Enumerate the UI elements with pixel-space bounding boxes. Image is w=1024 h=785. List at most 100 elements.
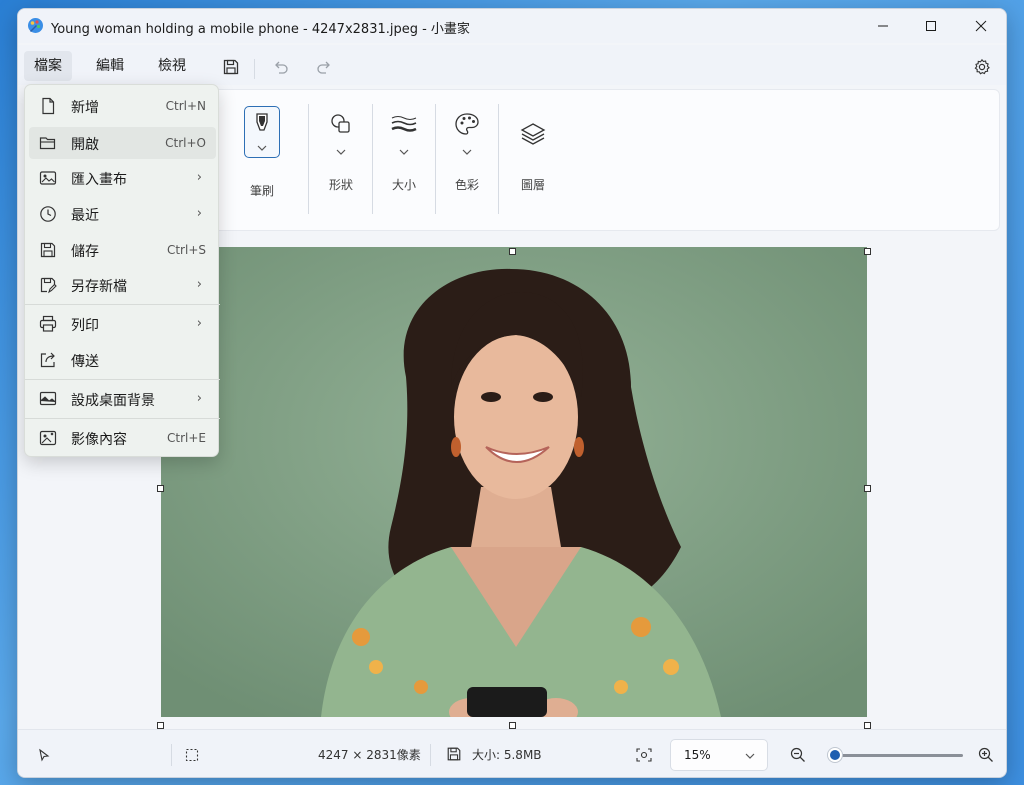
color-label: 色彩 — [454, 178, 479, 192]
undo-button[interactable] — [267, 53, 295, 81]
menu-item-label: 設成桌面背景 — [71, 393, 155, 409]
close-button[interactable] — [958, 9, 1004, 43]
stroke-size-icon — [391, 116, 417, 132]
menu-item-new[interactable]: 新增 Ctrl+N — [29, 90, 216, 122]
chevron-right-icon: › — [196, 170, 202, 185]
menu-item-label: 匯入畫布 — [71, 172, 127, 188]
chevron-down-icon — [399, 149, 409, 155]
color-tool[interactable]: 色彩 — [437, 106, 497, 193]
layers-tool[interactable]: 圖層 — [503, 106, 563, 193]
size-tool[interactable]: 大小 — [374, 106, 434, 193]
menu-item-save[interactable]: 儲存 Ctrl+S — [29, 234, 216, 266]
maximize-button[interactable] — [908, 9, 954, 43]
selection-size-button[interactable] — [178, 741, 206, 769]
resize-handle-bottom[interactable] — [509, 722, 516, 729]
menu-item-print[interactable]: 列印 › — [29, 308, 216, 340]
status-divider — [430, 744, 431, 766]
chevron-right-icon: › — [196, 206, 202, 221]
save-as-icon — [40, 277, 57, 294]
menu-item-send[interactable]: 傳送 — [29, 344, 216, 376]
menu-file[interactable]: 檔案 — [24, 51, 72, 81]
resize-handle-right[interactable] — [864, 485, 871, 492]
brush-selected-box — [244, 106, 280, 158]
ribbon-divider — [435, 104, 436, 214]
brush-tool[interactable]: 筆刷 — [232, 106, 292, 199]
menu-item-recent[interactable]: 最近 › — [29, 198, 216, 230]
redo-icon — [317, 61, 330, 74]
minimize-button[interactable] — [860, 9, 906, 43]
resize-handle-bottom-right[interactable] — [864, 722, 871, 729]
chevron-right-icon: › — [196, 316, 202, 331]
save-icon — [223, 59, 239, 75]
gear-icon — [974, 58, 990, 75]
menu-divider — [25, 418, 220, 419]
menu-item-label: 儲存 — [71, 244, 99, 260]
menu-edit[interactable]: 編輯 — [86, 51, 134, 81]
save-icon — [447, 747, 461, 761]
zoom-in-button[interactable] — [972, 741, 1000, 769]
wallpaper-icon — [39, 391, 57, 406]
zoom-out-icon — [790, 747, 805, 762]
resize-handle-top-right[interactable] — [864, 248, 871, 255]
zoom-slider-thumb[interactable] — [827, 748, 842, 762]
menu-item-shortcut: Ctrl+E — [167, 431, 206, 445]
zoom-select[interactable]: 15% — [670, 739, 768, 771]
ribbon-divider — [308, 104, 309, 214]
menu-item-open[interactable]: 開啟 Ctrl+O — [29, 127, 216, 159]
save-icon — [40, 242, 56, 258]
menu-item-image-properties[interactable]: 影像內容 Ctrl+E — [29, 422, 216, 454]
menu-item-label: 開啟 — [71, 137, 99, 153]
menu-item-set-wallpaper[interactable]: 設成桌面背景 › — [29, 383, 216, 415]
menu-item-label: 傳送 — [71, 354, 99, 370]
resize-handle-left[interactable] — [157, 485, 164, 492]
shapes-label: 形狀 — [328, 178, 353, 192]
ribbon-divider — [372, 104, 373, 214]
menu-item-label: 另存新檔 — [71, 279, 127, 295]
portrait-photo — [161, 247, 867, 717]
menu-item-shortcut: Ctrl+S — [166, 243, 206, 257]
minimize-icon — [878, 25, 888, 27]
status-bar: 4247 × 2831像素 大小: 5.8MB 15% — [18, 729, 1006, 777]
shapes-tool[interactable]: 形狀 — [311, 106, 371, 193]
fit-screen-icon — [636, 748, 652, 762]
pointer-button[interactable] — [30, 741, 58, 769]
save-button[interactable] — [217, 53, 245, 81]
size-label: 大小 — [391, 178, 416, 192]
menu-divider — [25, 379, 220, 380]
menu-item-label: 新增 — [71, 100, 99, 116]
menu-bar: 檔案 編輯 檢視 — [18, 45, 1006, 85]
chevron-right-icon: › — [196, 391, 202, 406]
ribbon-divider — [498, 104, 499, 214]
close-icon — [975, 20, 987, 32]
chevron-right-icon: › — [196, 277, 202, 292]
file-size: 大小: 5.8MB — [472, 748, 542, 762]
menu-item-save-as[interactable]: 另存新檔 › — [29, 269, 216, 301]
chevron-down-icon — [745, 753, 755, 759]
resize-handle-bottom-left[interactable] — [157, 722, 164, 729]
clock-icon — [40, 206, 56, 222]
import-image-icon — [39, 171, 57, 185]
redo-button[interactable] — [310, 53, 338, 81]
brush-label: 筆刷 — [249, 184, 274, 198]
zoom-slider-track[interactable] — [828, 754, 963, 757]
menu-item-shortcut: Ctrl+O — [165, 136, 206, 150]
zoom-out-button[interactable] — [784, 741, 812, 769]
canvas-image[interactable] — [161, 247, 867, 717]
layers-label: 圖層 — [520, 178, 545, 192]
menu-item-label: 影像內容 — [71, 432, 127, 448]
selection-icon — [185, 748, 199, 762]
shapes-icon — [331, 114, 350, 133]
brush-icon — [256, 113, 268, 131]
zoom-in-icon — [978, 747, 993, 762]
printer-icon — [39, 315, 57, 332]
window-title: Young woman holding a mobile phone - 424… — [51, 22, 470, 37]
resize-handle-top[interactable] — [509, 248, 516, 255]
menu-item-import-canvas[interactable]: 匯入畫布 › — [29, 162, 216, 194]
fit-to-window-button[interactable] — [630, 741, 658, 769]
chevron-down-icon — [336, 149, 346, 155]
menu-view[interactable]: 檢視 — [148, 51, 196, 81]
cursor-icon — [39, 748, 50, 762]
paint-window: Young woman holding a mobile phone - 424… — [17, 8, 1007, 778]
palette-icon — [455, 113, 479, 135]
settings-button[interactable] — [968, 53, 996, 81]
